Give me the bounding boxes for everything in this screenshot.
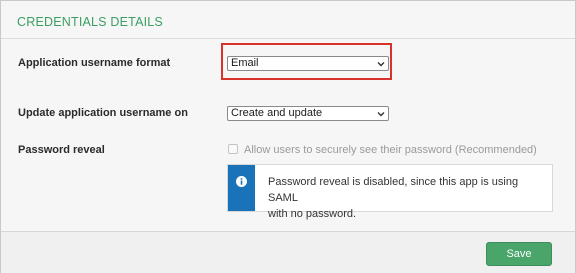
username-format-value: Email (231, 57, 259, 69)
section-divider (1, 38, 575, 39)
info-stripe (228, 165, 255, 211)
username-format-select[interactable]: Email (227, 56, 389, 71)
info-icon (236, 176, 247, 187)
footer-bar: Save (1, 231, 575, 273)
save-button[interactable]: Save (486, 242, 552, 266)
update-on-value: Create and update (231, 107, 323, 119)
info-text: Password reveal is disabled, since this … (268, 174, 548, 222)
update-on-label: Update application username on (18, 107, 188, 119)
password-reveal-label: Password reveal (18, 144, 105, 156)
chevron-down-icon (377, 62, 385, 67)
chevron-down-icon (377, 112, 385, 117)
password-reveal-checkbox-label: Allow users to securely see their passwo… (244, 144, 537, 156)
username-format-label: Application username format (18, 57, 171, 69)
credentials-panel: CREDENTIALS DETAILS Application username… (0, 0, 576, 273)
update-on-select[interactable]: Create and update (227, 106, 389, 121)
section-title: CREDENTIALS DETAILS (17, 15, 163, 29)
info-text-line-1: Password reveal is disabled, since this … (268, 176, 519, 204)
password-reveal-checkbox[interactable] (228, 144, 238, 154)
info-callout: Password reveal is disabled, since this … (227, 164, 553, 220)
info-text-line-2: with no password. (268, 208, 357, 220)
